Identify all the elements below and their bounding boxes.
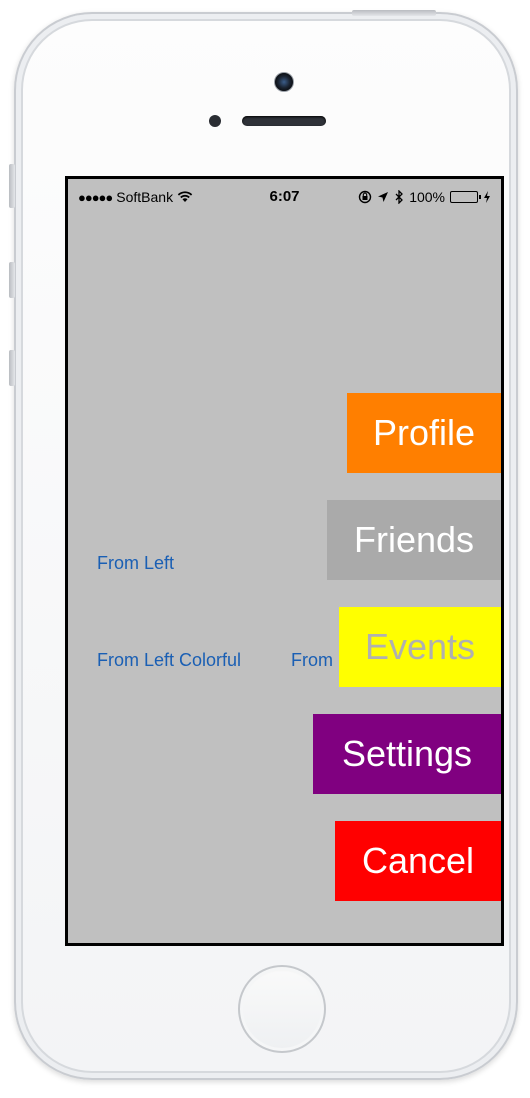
from-left-button[interactable]: From Left (97, 553, 174, 574)
proximity-sensor (209, 115, 221, 127)
location-arrow-icon (378, 192, 389, 202)
volume-up-button (9, 262, 15, 298)
from-left-colorful-button[interactable]: From Left Colorful (97, 650, 241, 671)
status-bar-right: 100% (358, 189, 491, 205)
from-right-button-partial[interactable]: From (291, 650, 333, 671)
battery-percent: 100% (409, 189, 445, 205)
status-bar: ●●●●● SoftBank 6:07 100% (68, 179, 501, 215)
earpiece-speaker (242, 116, 326, 126)
menu-cancel-button[interactable]: Cancel (335, 821, 501, 901)
power-button (352, 10, 436, 16)
app-display: ●●●●● SoftBank 6:07 100% From Left From … (68, 179, 501, 943)
phone-frame: ●●●●● SoftBank 6:07 100% From Left From … (14, 12, 518, 1080)
menu-settings-button[interactable]: Settings (313, 714, 501, 794)
menu-events-button[interactable]: Events (339, 607, 501, 687)
rotation-lock-icon (358, 190, 372, 204)
front-camera (274, 72, 294, 92)
home-button[interactable] (238, 965, 326, 1053)
charging-bolt-icon (484, 191, 490, 203)
volume-down-button (9, 350, 15, 386)
screen: ●●●●● SoftBank 6:07 100% From Left From … (65, 176, 504, 946)
bluetooth-icon (395, 190, 404, 204)
menu-profile-button[interactable]: Profile (347, 393, 501, 473)
menu-friends-button[interactable]: Friends (327, 500, 501, 580)
battery-icon (450, 191, 481, 203)
mute-switch (9, 164, 15, 208)
